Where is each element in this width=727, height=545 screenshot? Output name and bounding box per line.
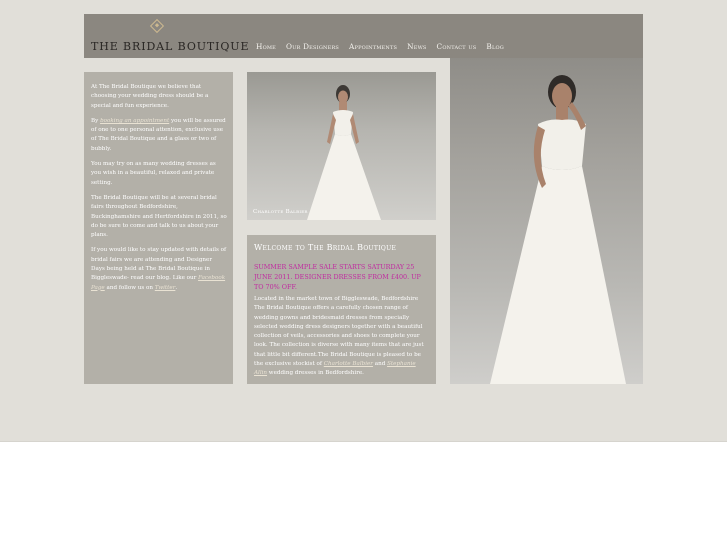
twitter-link[interactable]: Twitter xyxy=(155,285,176,291)
welcome-heading: Welcome to The Bridal Boutique xyxy=(254,243,397,252)
intro-text-span: and follow us on xyxy=(104,284,155,291)
welcome-text-span: and xyxy=(372,361,388,368)
site-header: THE BRIDAL BOUTIQUE Home Our Designers A… xyxy=(84,14,643,58)
intro-panel: At The Bridal Boutique we believe that c… xyxy=(84,72,233,384)
welcome-panel: Welcome to The Bridal Boutique SUMMER SA… xyxy=(247,235,436,384)
intro-paragraph-2: By booking an appointment you will be as… xyxy=(91,117,227,154)
footer-divider xyxy=(0,441,727,442)
intro-text-span: By xyxy=(91,117,101,124)
welcome-text-span: Located in the market town of Biggleswad… xyxy=(254,296,424,368)
site-logo[interactable]: THE BRIDAL BOUTIQUE xyxy=(91,40,249,53)
nav-blog[interactable]: Blog xyxy=(486,42,504,51)
sale-announcement: SUMMER SAMPLE SALE STARTS SATURDAY 25 JU… xyxy=(254,263,421,291)
intro-paragraph-5: If you would like to stay updated with d… xyxy=(91,246,227,292)
featured-dress-photo[interactable]: Charlotte Balbier xyxy=(247,72,436,220)
nav-appointments[interactable]: Appointments xyxy=(349,42,397,51)
intro-paragraph-3: You may try on as many wedding dresses a… xyxy=(91,161,216,186)
main-nav: Home Our Designers Appointments News Con… xyxy=(256,42,514,51)
logo-diamond-icon xyxy=(149,18,165,34)
intro-text: At The Bridal Boutique we believe that c… xyxy=(91,83,227,299)
nav-contact-us[interactable]: Contact us xyxy=(437,42,477,51)
welcome-body-text: Located in the market town of Biggleswad… xyxy=(254,295,430,379)
nav-our-designers[interactable]: Our Designers xyxy=(286,42,339,51)
bride-figure-image xyxy=(307,85,381,220)
nav-news[interactable]: News xyxy=(407,42,426,51)
intro-text-span: . xyxy=(175,284,178,291)
photo-caption: Charlotte Balbier xyxy=(253,209,308,215)
intro-paragraph-1: At The Bridal Boutique we believe that c… xyxy=(91,84,209,109)
hero-dress-photo xyxy=(450,58,643,384)
charlotte-balbier-link[interactable]: Charlotte Balbier xyxy=(324,361,373,367)
bride-hero-image xyxy=(490,75,626,384)
booking-appointment-link[interactable]: booking an appointment xyxy=(100,118,169,124)
welcome-text-span: wedding dresses in Bedfordshire. xyxy=(267,370,364,377)
intro-paragraph-4: The Bridal Boutique will be at several b… xyxy=(91,194,227,239)
nav-home[interactable]: Home xyxy=(256,42,276,51)
